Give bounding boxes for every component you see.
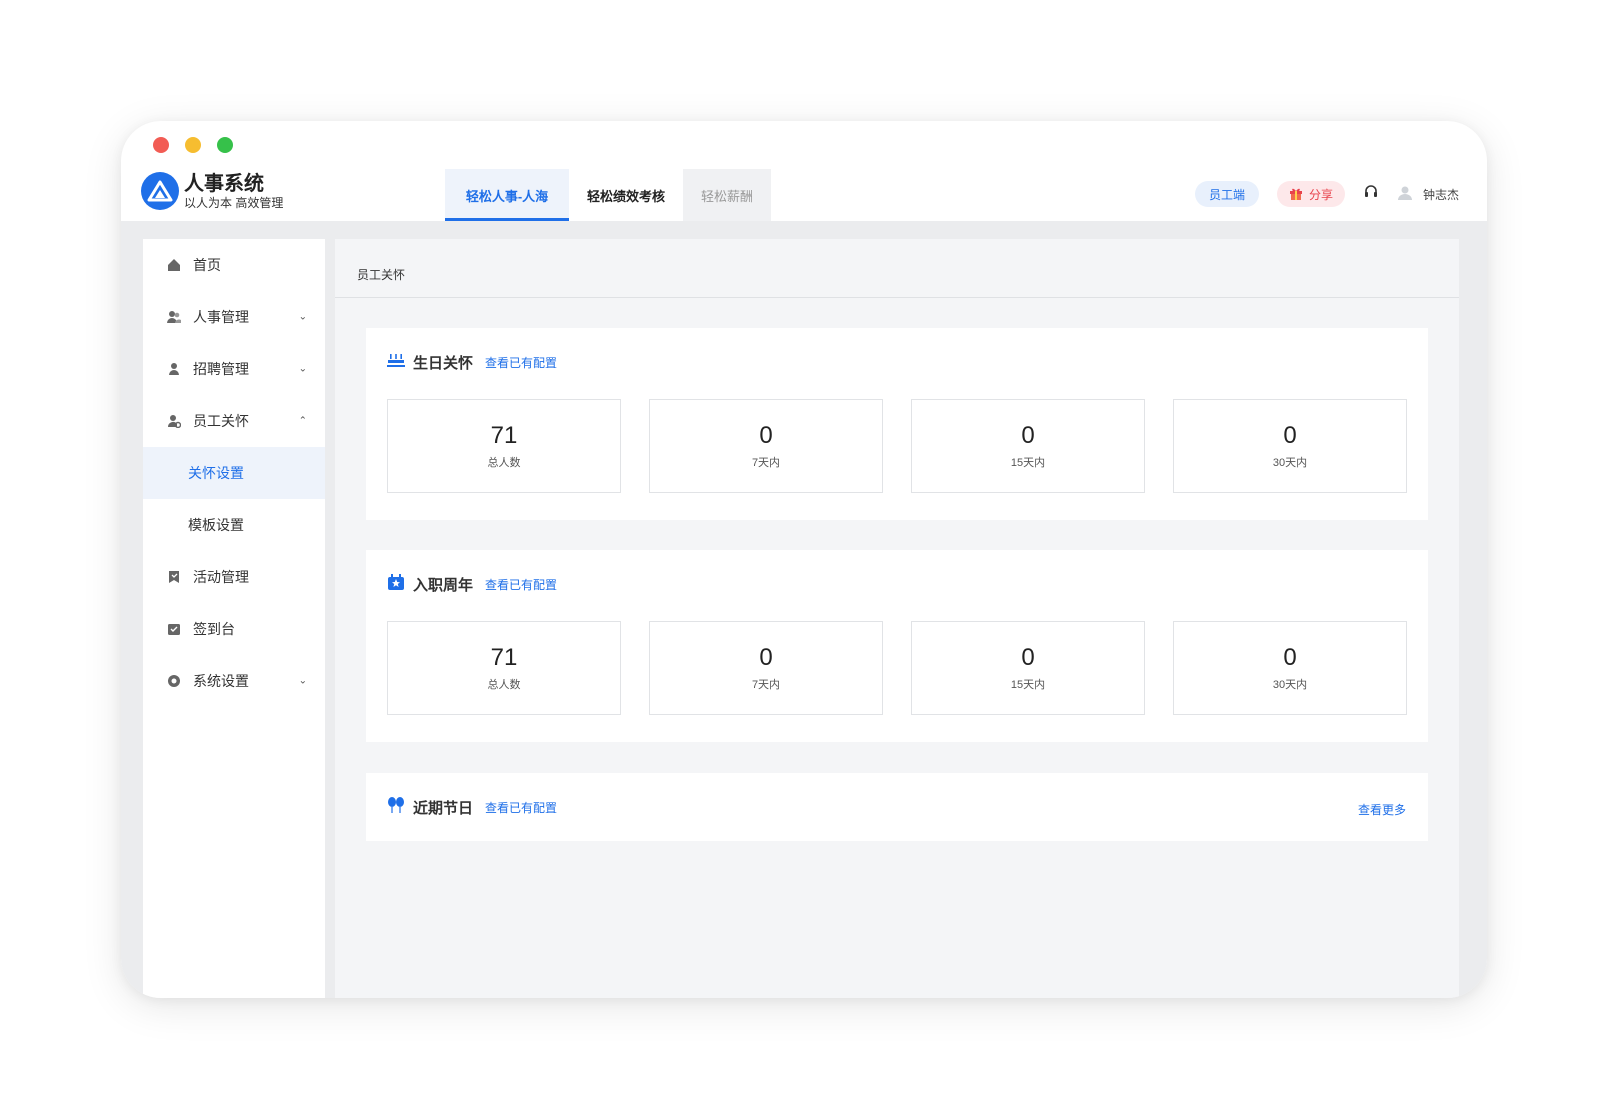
chevron-down-icon: ⌄	[298, 311, 307, 323]
stat-value: 0	[1021, 644, 1035, 671]
view-config-link[interactable]: 查看已有配置	[485, 799, 557, 816]
module-tabs: 轻松人事-人海 轻松绩效考核 轻松薪酬	[445, 169, 771, 221]
stat-label: 30天内	[1272, 679, 1308, 691]
stat-label: 总人数	[487, 457, 521, 469]
settings-icon	[167, 674, 181, 688]
stat-card: 0 30天内	[1173, 399, 1407, 493]
cake-icon	[387, 352, 405, 373]
sidebar-item-recruit[interactable]: 招聘管理 ⌄	[143, 343, 325, 395]
stat-label: 15天内	[1010, 679, 1046, 691]
logo-icon	[141, 172, 179, 210]
card-title: 入职周年	[413, 577, 474, 594]
balloons-icon	[387, 797, 405, 818]
stat-label: 总人数	[487, 679, 521, 691]
card-title: 生日关怀	[413, 355, 474, 372]
sidebar-item-activities[interactable]: 活动管理	[143, 551, 325, 603]
home-icon	[167, 258, 181, 272]
stat-card: 0 30天内	[1173, 621, 1407, 715]
stat-label: 7天内	[751, 679, 781, 691]
sidebar-item-label: 系统设置	[193, 673, 249, 689]
close-window-button[interactable]	[153, 137, 169, 153]
stat-value: 0	[1021, 422, 1035, 449]
sidebar-item-label: 人事管理	[193, 309, 249, 325]
sidebar-item-label: 员工关怀	[193, 413, 249, 429]
app-subtitle: 以人为本 高效管理	[184, 195, 284, 210]
bookmark-icon	[167, 570, 181, 584]
birthday-card: 生日关怀 查看已有配置 71 总人数 0 7天内 0 15天内 0 30天内	[366, 328, 1428, 520]
view-config-link[interactable]: 查看已有配置	[485, 576, 557, 593]
stat-card: 0 7天内	[649, 621, 883, 715]
headset-icon[interactable]	[1363, 184, 1379, 205]
sidebar-item-hr[interactable]: 人事管理 ⌄	[143, 291, 325, 343]
stat-card: 71 总人数	[387, 399, 621, 493]
sidebar-item-label: 活动管理	[193, 569, 249, 585]
sidebar-item-checkin[interactable]: 签到台	[143, 603, 325, 655]
app-title: 人事系统	[184, 172, 264, 195]
stat-card: 71 总人数	[387, 621, 621, 715]
gift-icon	[1289, 186, 1303, 203]
content-area: 员工关怀 生日关怀 查看已有配置 71 总人数 0 7天内 0 15天内 0 3…	[335, 239, 1459, 998]
view-more-link[interactable]: 查看更多	[1358, 801, 1406, 818]
person-icon	[167, 362, 181, 376]
employee-portal-button[interactable]: 员工端	[1194, 181, 1259, 207]
user-name: 钟志杰	[1422, 187, 1459, 202]
share-label: 分享	[1308, 187, 1333, 202]
checkin-icon	[167, 622, 181, 636]
stat-label: 30天内	[1272, 457, 1308, 469]
stat-value: 71	[490, 422, 518, 449]
stat-value: 0	[1283, 644, 1297, 671]
sidebar-item-care-settings[interactable]: 关怀设置	[143, 447, 325, 499]
share-button[interactable]: 分享	[1276, 181, 1345, 207]
stat-label: 7天内	[751, 457, 781, 469]
sidebar-item-settings[interactable]: 系统设置 ⌄	[143, 655, 325, 707]
tab-performance[interactable]: 轻松绩效考核	[569, 169, 683, 221]
stats-row: 71 总人数 0 7天内 0 15天内 0 30天内	[387, 621, 1407, 715]
sidebar-item-label: 招聘管理	[193, 361, 249, 377]
tab-hr[interactable]: 轻松人事-人海	[445, 169, 569, 221]
chevron-down-icon: ⌄	[298, 675, 307, 687]
brand[interactable]: 人事系统 以人为本 高效管理	[141, 172, 283, 210]
stat-value: 0	[759, 422, 773, 449]
top-right-actions: 员工端 分享 钟志杰	[1194, 181, 1459, 207]
stats-row: 71 总人数 0 7天内 0 15天内 0 30天内	[387, 399, 1407, 493]
top-bar: 人事系统 以人为本 高效管理 轻松人事-人海 轻松绩效考核 轻松薪酬 员工端 分…	[121, 169, 1487, 221]
minimize-window-button[interactable]	[185, 137, 201, 153]
sidebar-item-care[interactable]: 员工关怀 ⌃	[143, 395, 325, 447]
holidays-card: 近期节日 查看已有配置 查看更多	[366, 773, 1428, 841]
view-config-link[interactable]: 查看已有配置	[485, 354, 557, 371]
sidebar: 首页 人事管理 ⌄ 招聘管理 ⌄ 员工关怀 ⌃ 关怀设置 模板设置 活动管理 签…	[143, 239, 325, 998]
stat-label: 15天内	[1010, 457, 1046, 469]
window-controls	[153, 137, 233, 153]
stat-card: 0 7天内	[649, 399, 883, 493]
stat-value: 0	[1283, 422, 1297, 449]
stat-value: 0	[759, 644, 773, 671]
gift-box-icon	[387, 574, 405, 595]
stat-card: 0 15天内	[911, 399, 1145, 493]
maximize-window-button[interactable]	[217, 137, 233, 153]
chevron-up-icon: ⌃	[298, 415, 307, 427]
stat-value: 71	[490, 644, 518, 671]
chevron-down-icon: ⌄	[298, 363, 307, 375]
card-title: 近期节日	[413, 800, 474, 817]
sidebar-item-home[interactable]: 首页	[143, 239, 325, 291]
sidebar-item-label: 签到台	[193, 621, 235, 637]
tab-salary[interactable]: 轻松薪酬	[683, 169, 771, 221]
anniversary-card: 入职周年 查看已有配置 71 总人数 0 7天内 0 15天内 0 30天内	[366, 550, 1428, 742]
app-window: 人事系统 以人为本 高效管理 轻松人事-人海 轻松绩效考核 轻松薪酬 员工端 分…	[121, 121, 1487, 998]
sidebar-item-label: 首页	[193, 257, 221, 273]
stat-card: 0 15天内	[911, 621, 1145, 715]
avatar	[1397, 185, 1413, 204]
sidebar-item-template-settings[interactable]: 模板设置	[143, 499, 325, 551]
breadcrumb: 员工关怀	[335, 239, 1459, 298]
person-care-icon	[167, 414, 181, 428]
people-icon	[167, 310, 181, 324]
user-menu[interactable]: 钟志杰	[1397, 185, 1459, 204]
